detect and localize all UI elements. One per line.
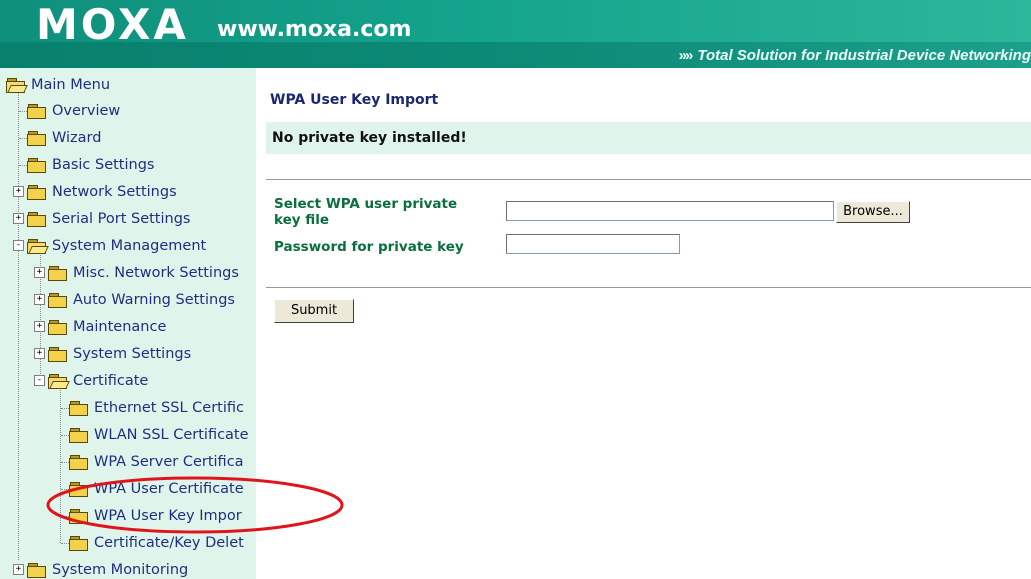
divider [266, 179, 1031, 180]
sidebar-item-wlan-ssl-certificate[interactable]: WLAN SSL Certificate [69, 424, 249, 446]
folder-icon [48, 347, 67, 362]
sidebar-item-wpa-user-certificate[interactable]: WPA User Certificate [69, 478, 244, 500]
sidebar-item-label: WPA User Key Impor [94, 508, 242, 524]
sidebar-item-system-settings[interactable]: System Settings [48, 343, 191, 365]
folder-icon [69, 482, 88, 497]
folder-icon [27, 131, 46, 146]
sidebar-item-label: WLAN SSL Certificate [94, 427, 249, 443]
sidebar-item-certificate-key-delete[interactable]: Certificate/Key Delet [69, 532, 244, 554]
folder-icon [69, 455, 88, 470]
sidebar-item-label: WPA Server Certifica [94, 454, 244, 470]
sidebar-item-misc-network-settings[interactable]: Misc. Network Settings [48, 262, 239, 284]
folder-icon [69, 428, 88, 443]
website-link[interactable]: www.moxa.com [217, 16, 411, 44]
folder-icon [27, 563, 46, 578]
sidebar-item-wpa-server-certificate[interactable]: WPA Server Certifica [69, 451, 244, 473]
sidebar-item-main-menu[interactable]: Main Menu [6, 74, 110, 96]
folder-icon [48, 266, 67, 281]
sidebar-item-wizard[interactable]: Wizard [27, 127, 101, 149]
sidebar-item-label: System Settings [73, 346, 192, 362]
folder-icon [69, 401, 88, 416]
password-input[interactable] [506, 234, 680, 254]
password-label: Password for private key [274, 239, 464, 255]
folder-icon [27, 104, 46, 119]
status-notice: No private key installed! [266, 122, 1031, 154]
folder-icon [69, 509, 88, 524]
sidebar-item-label: Wizard [52, 130, 102, 146]
expand-plus-icon[interactable]: + [13, 186, 24, 197]
sidebar-item-label: Auto Warning Settings [73, 292, 235, 308]
open-folder-icon [6, 78, 28, 93]
folder-icon [69, 536, 88, 551]
sidebar-item-serial-port-settings[interactable]: Serial Port Settings [27, 208, 190, 230]
open-folder-icon [48, 374, 70, 389]
folder-icon [27, 212, 46, 227]
tree-line [60, 388, 61, 543]
tagline-text: Total Solution for Industrial Device Net… [697, 47, 1031, 64]
sidebar-item-overview[interactable]: Overview [27, 100, 120, 122]
sidebar-item-wpa-user-key-import[interactable]: WPA User Key Impor [69, 505, 242, 527]
page-title: WPA User Key Import [270, 92, 439, 108]
sidebar-item-system-monitoring[interactable]: System Monitoring [27, 559, 188, 579]
sidebar-item-label: System Monitoring [52, 562, 189, 578]
sidebar-item-label: System Management [52, 238, 207, 254]
sidebar-item-certificate[interactable]: Certificate [48, 370, 148, 392]
divider [266, 287, 1031, 288]
expand-plus-icon[interactable]: + [34, 294, 45, 305]
sidebar-item-label: WPA User Certificate [94, 481, 244, 497]
sidebar-item-label: Serial Port Settings [52, 211, 191, 227]
double-arrow-icon: »» [678, 47, 694, 64]
folder-icon [48, 293, 67, 308]
expand-plus-icon[interactable]: + [13, 564, 24, 575]
collapse-minus-icon[interactable]: - [13, 240, 24, 251]
tagline: »» Total Solution for Industrial Device N… [679, 46, 1031, 66]
expand-plus-icon[interactable]: + [34, 321, 45, 332]
sidebar-item-label: Certificate [73, 373, 149, 389]
tree-line [18, 90, 19, 560]
submit-button[interactable]: Submit [274, 299, 354, 323]
moxa-logo: MOXA [36, 0, 189, 49]
sidebar-item-label: Misc. Network Settings [73, 265, 239, 281]
sidebar-item-ethernet-ssl-certificate[interactable]: Ethernet SSL Certific [69, 397, 244, 419]
sidebar-item-maintenance[interactable]: Maintenance [48, 316, 166, 338]
sidebar-item-label: Maintenance [73, 319, 167, 335]
sidebar-item-network-settings[interactable]: Network Settings [27, 181, 177, 203]
sidebar-item-label: Basic Settings [52, 157, 155, 173]
expand-plus-icon[interactable]: + [34, 348, 45, 359]
main-content: WPA User Key Import No private key insta… [256, 68, 1031, 579]
sidebar-item-label: Overview [52, 103, 121, 119]
browse-button[interactable]: Browse... [836, 201, 910, 223]
sidebar-item-label: Main Menu [31, 77, 111, 93]
sidebar-item-label: Ethernet SSL Certific [94, 400, 244, 416]
open-folder-icon [27, 239, 49, 254]
expand-plus-icon[interactable]: + [13, 213, 24, 224]
sidebar-item-auto-warning-settings[interactable]: Auto Warning Settings [48, 289, 235, 311]
sidebar-item-label: Certificate/Key Delet [94, 535, 244, 551]
sidebar-item-system-management[interactable]: System Management [27, 235, 206, 257]
header-banner: MOXA www.moxa.com »» Total Solution for I… [0, 0, 1031, 68]
key-file-input[interactable] [506, 201, 834, 221]
collapse-minus-icon[interactable]: - [34, 375, 45, 386]
expand-plus-icon[interactable]: + [34, 267, 45, 278]
sidebar-item-label: Network Settings [52, 184, 177, 200]
folder-icon [27, 185, 46, 200]
sidebar-item-basic-settings[interactable]: Basic Settings [27, 154, 154, 176]
folder-icon [27, 158, 46, 173]
sidebar-menu: Main Menu Overview Wizard Basic Settings… [0, 68, 256, 579]
key-file-label: Select WPA user private key file [274, 196, 458, 228]
folder-icon [48, 320, 67, 335]
